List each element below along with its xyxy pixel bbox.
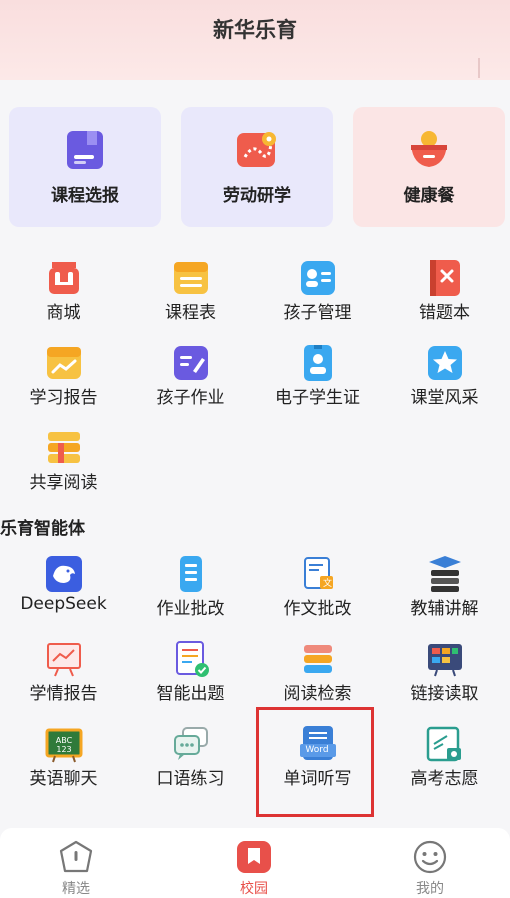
- service-shop[interactable]: 商城: [0, 258, 127, 338]
- meal-bowl-icon: [407, 129, 451, 175]
- ai-tool-speaking[interactable]: 口语练习: [127, 724, 254, 804]
- card-label: 劳动研学: [223, 186, 291, 206]
- college-application-icon: [425, 724, 465, 764]
- ai-section-title: 乐育智能体: [0, 519, 85, 539]
- learning-report-icon: [44, 639, 84, 679]
- ai-tool-deepseek[interactable]: DeepSeek: [0, 554, 127, 634]
- schedule-icon: [171, 258, 211, 298]
- tab-label: 精选: [62, 881, 90, 897]
- tab-label: 我的: [416, 881, 444, 897]
- tab-campus[interactable]: 校园: [214, 840, 294, 897]
- error-book-icon: [425, 258, 465, 298]
- service-label: 共享阅读: [29, 473, 98, 493]
- service-label: 孩子作业: [156, 388, 225, 408]
- ai-tool-label: 作业批改: [156, 599, 225, 619]
- campus-icon: [236, 840, 272, 878]
- child-card-icon: [298, 258, 338, 298]
- highlight-box: [256, 707, 374, 817]
- card-labor-study[interactable]: 劳动研学: [181, 107, 333, 227]
- service-classroom-style[interactable]: 课堂风采: [381, 343, 508, 423]
- svg-text:文: 文: [323, 577, 332, 589]
- ai-tool-label: 链接读取: [410, 684, 479, 704]
- ai-tool-link-reader[interactable]: 链接读取: [381, 639, 508, 719]
- ai-tool-label: 阅读检索: [283, 684, 352, 704]
- ai-tool-homework-grading[interactable]: 作业批改: [127, 554, 254, 634]
- home-icon: [58, 840, 94, 878]
- service-student-id[interactable]: 电子学生证: [254, 343, 381, 423]
- ai-tool-english-chat[interactable]: ABC 123 英语聊天: [0, 724, 127, 804]
- ai-tool-label: 作文批改: [283, 599, 352, 619]
- ai-tool-college-application[interactable]: 高考志愿: [381, 724, 508, 804]
- ai-tool-label: 高考志愿: [410, 769, 479, 789]
- tutoring-icon: [425, 554, 465, 594]
- homework-grading-icon: [171, 554, 211, 594]
- ai-tool-label: 口语练习: [156, 769, 225, 789]
- card-course-select[interactable]: 课程选报: [9, 107, 161, 227]
- service-label: 孩子管理: [283, 303, 352, 323]
- service-label: 电子学生证: [275, 388, 360, 408]
- english-chat-badge: ABC 123: [55, 736, 73, 754]
- ai-tool-essay-grading[interactable]: 文 作文批改: [254, 554, 381, 634]
- service-label: 课堂风采: [410, 388, 479, 408]
- bottom-tab-bar: 精选 校园 我的: [0, 828, 510, 898]
- ai-tool-label: 英语聊天: [29, 769, 98, 789]
- page-title: 新华乐育: [213, 18, 297, 42]
- service-label: 错题本: [419, 303, 470, 323]
- profile-icon: [412, 840, 448, 878]
- question-generator-icon: [171, 639, 211, 679]
- service-label: 课程表: [165, 303, 216, 323]
- essay-grading-icon: 文: [298, 554, 338, 594]
- ai-tool-learning-report[interactable]: 学情报告: [0, 639, 127, 719]
- scroll-indicator: [478, 58, 480, 78]
- card-label: 课程选报: [51, 186, 119, 206]
- service-child-management[interactable]: 孩子管理: [254, 258, 381, 338]
- service-label: 商城: [46, 303, 81, 323]
- study-report-icon: [44, 343, 84, 383]
- tab-mine[interactable]: 我的: [390, 840, 470, 897]
- card-healthy-meal[interactable]: 健康餐: [353, 107, 505, 227]
- reading-search-icon: [298, 639, 338, 679]
- deepseek-icon: [44, 554, 84, 594]
- ai-tool-tutoring[interactable]: 教辅讲解: [381, 554, 508, 634]
- speaking-icon: [171, 724, 211, 764]
- star-icon: [425, 343, 465, 383]
- link-reader-icon: [425, 639, 465, 679]
- service-schedule[interactable]: 课程表: [127, 258, 254, 338]
- ai-tool-label: 学情报告: [29, 684, 98, 704]
- homework-icon: [171, 343, 211, 383]
- service-study-report[interactable]: 学习报告: [0, 343, 127, 423]
- student-id-icon: [298, 343, 338, 383]
- service-label: 学习报告: [29, 388, 98, 408]
- service-shared-reading[interactable]: 共享阅读: [0, 428, 127, 508]
- service-error-book[interactable]: 错题本: [381, 258, 508, 338]
- ai-tool-label: 智能出题: [156, 684, 225, 704]
- app-header: 新华乐育: [0, 0, 510, 80]
- shop-basket-icon: [44, 258, 84, 298]
- course-select-icon: [65, 129, 105, 175]
- card-label: 健康餐: [403, 186, 455, 206]
- service-homework[interactable]: 孩子作业: [127, 343, 254, 423]
- books-icon: [44, 428, 84, 468]
- tab-label: 校园: [240, 881, 268, 897]
- tab-featured[interactable]: 精选: [36, 840, 116, 897]
- ai-tool-label: DeepSeek: [20, 594, 107, 614]
- ai-tool-question-generator[interactable]: 智能出题: [127, 639, 254, 719]
- ai-tool-label: 教辅讲解: [410, 599, 479, 619]
- map-route-icon: [235, 129, 279, 175]
